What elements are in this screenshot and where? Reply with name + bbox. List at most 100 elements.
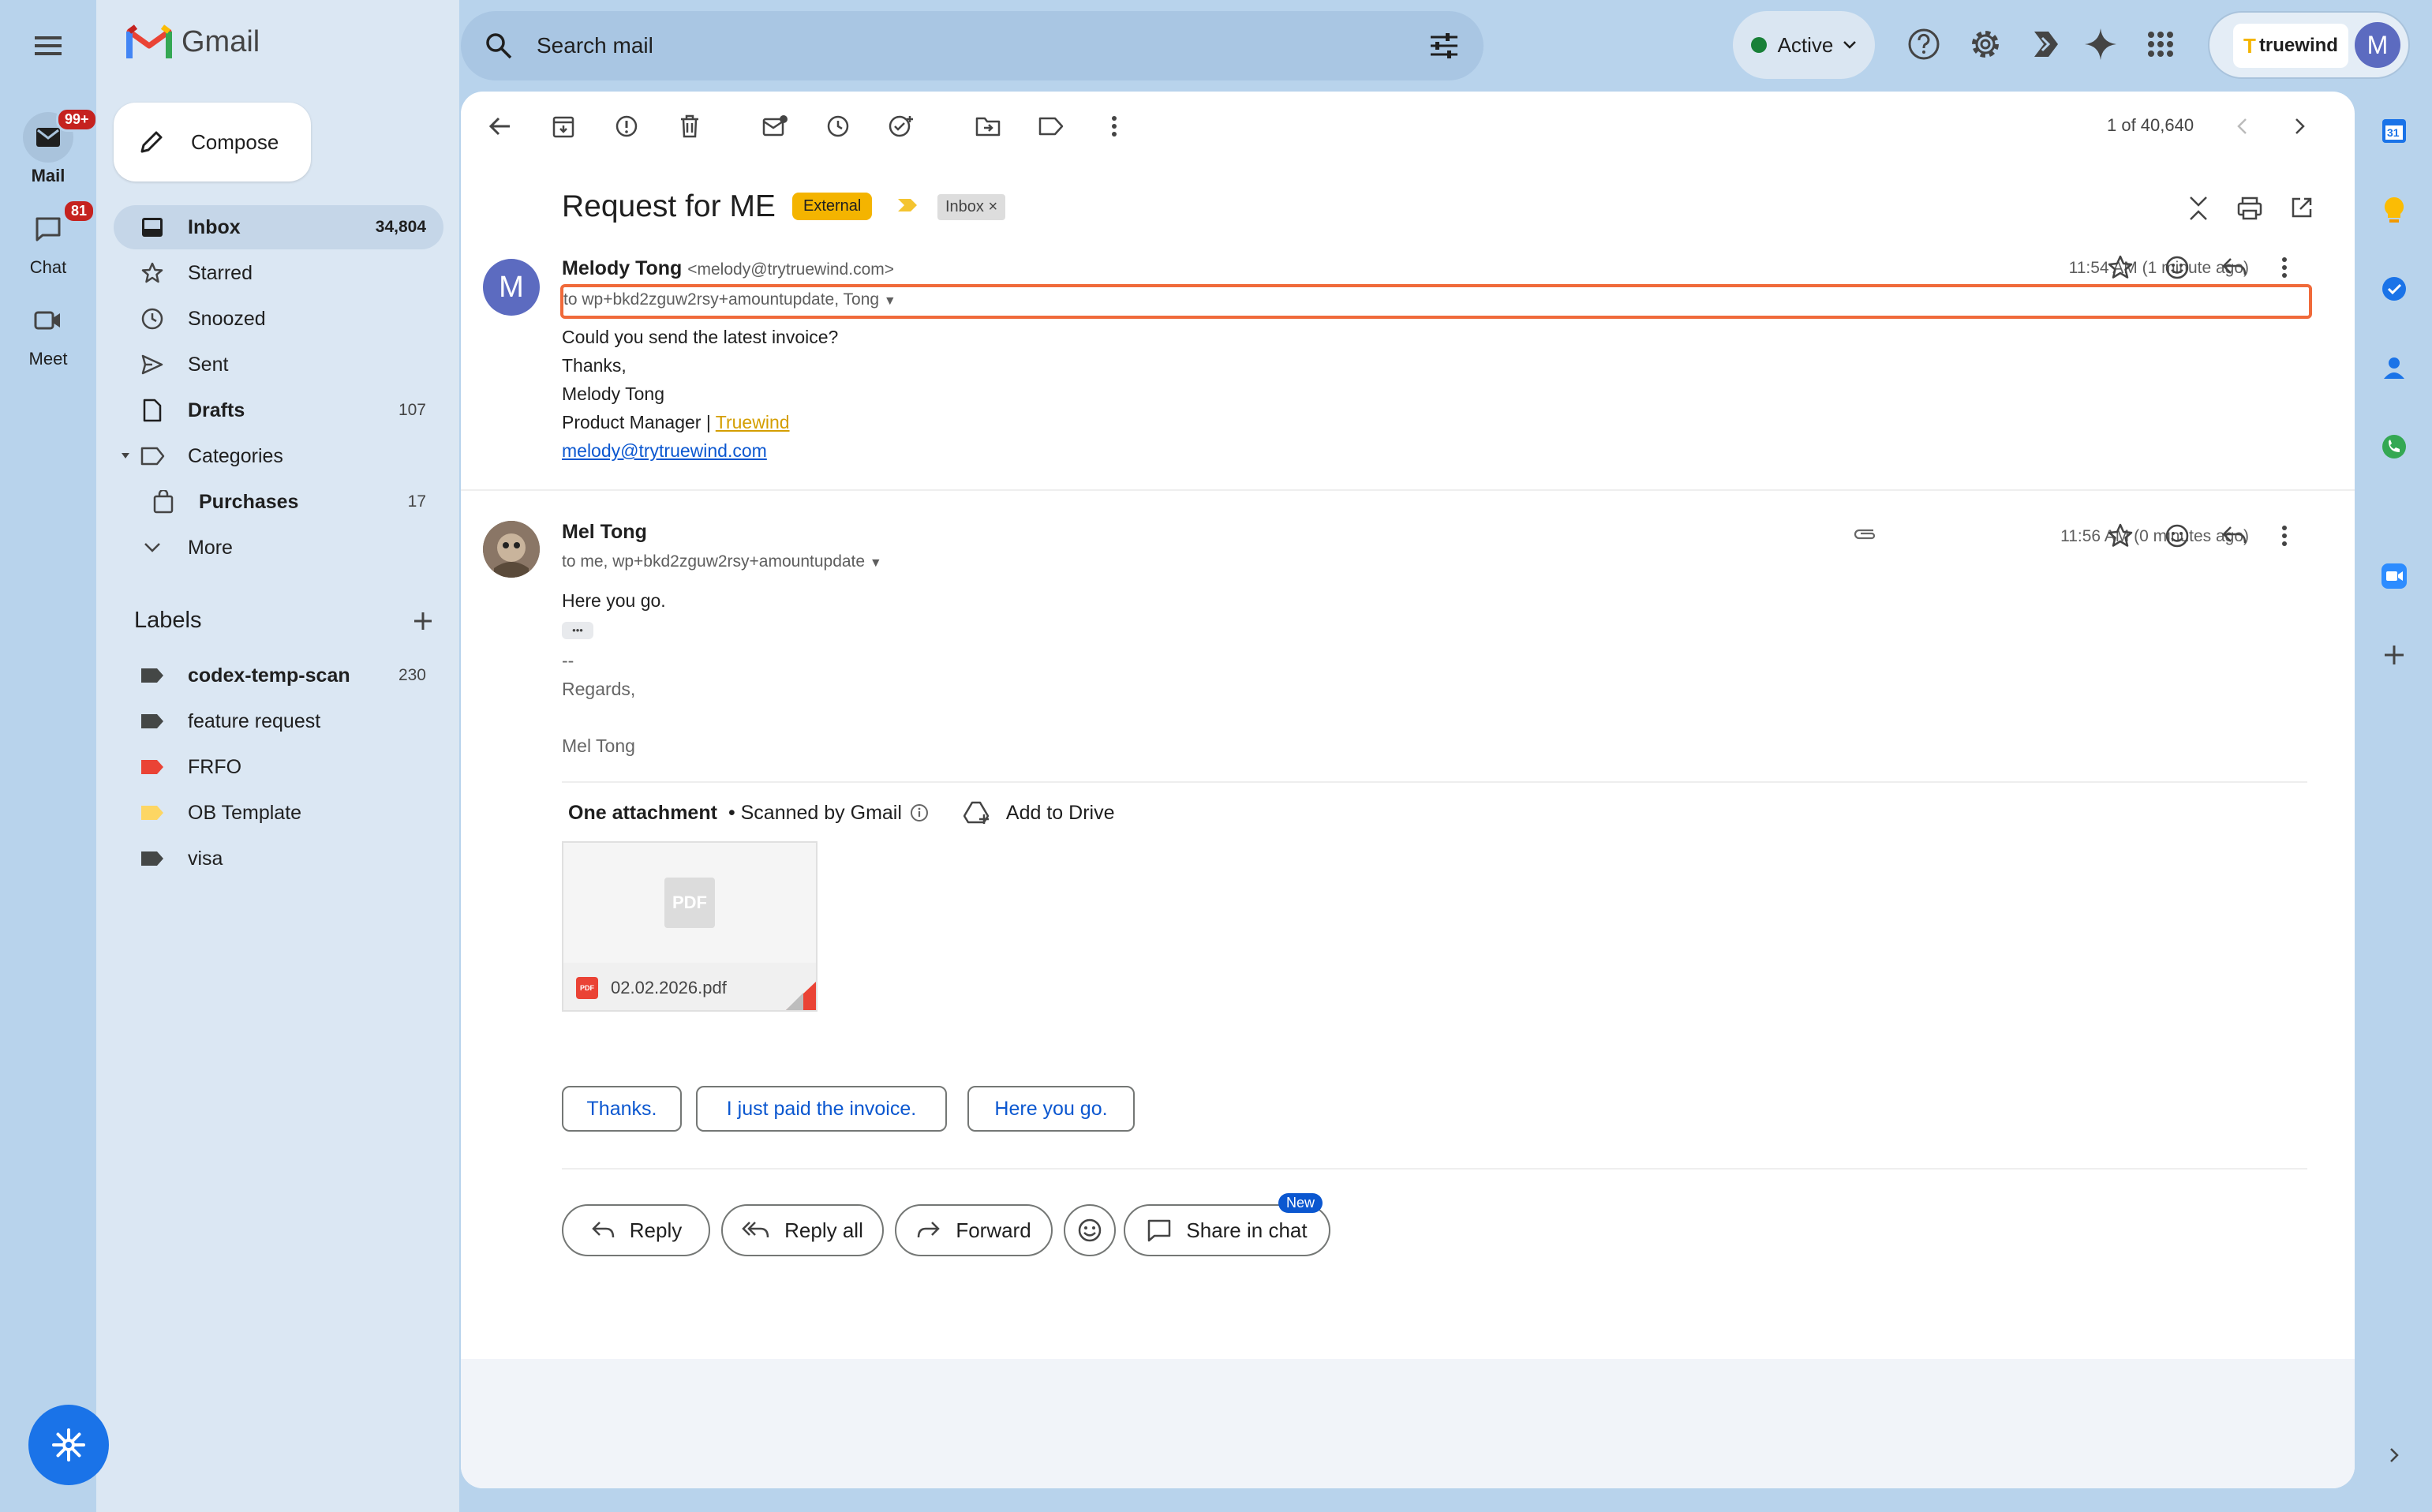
extension-icon[interactable]: [2023, 22, 2067, 66]
star-icon[interactable]: [2107, 522, 2134, 549]
remove-label-icon[interactable]: ×: [989, 198, 998, 215]
label-item[interactable]: visa: [114, 836, 443, 881]
contacts-icon[interactable]: [2374, 347, 2415, 388]
chevron-down-icon: [1843, 40, 1857, 50]
add-task-icon[interactable]: [882, 107, 920, 145]
emoji-react-icon[interactable]: [2164, 254, 2191, 281]
message1-sender[interactable]: Melody Tong <melody@trytruewind.com>: [562, 257, 894, 280]
message2-sender[interactable]: Mel Tong: [562, 521, 647, 544]
email-link[interactable]: melody@trytruewind.com: [562, 440, 767, 461]
nav-drafts[interactable]: Drafts 107: [114, 388, 443, 432]
help-icon[interactable]: [1902, 22, 1946, 66]
nav-inbox[interactable]: Inbox 34,804: [114, 205, 443, 249]
reply-icon[interactable]: [2221, 256, 2247, 279]
report-spam-icon[interactable]: [608, 107, 645, 145]
nav-categories[interactable]: Categories: [114, 434, 443, 478]
chat-icon: [36, 217, 61, 241]
print-icon[interactable]: [2236, 196, 2263, 221]
snooze-icon[interactable]: [819, 107, 857, 145]
label-item[interactable]: codex-temp-scan 230: [114, 653, 443, 698]
nav-snoozed[interactable]: Snoozed: [114, 297, 443, 341]
drive-add-icon: [963, 801, 990, 824]
info-icon[interactable]: [910, 803, 929, 822]
reply-button[interactable]: Reply: [562, 1204, 710, 1256]
reply-all-icon: [742, 1222, 769, 1238]
newer-icon[interactable]: [2224, 107, 2262, 145]
delete-icon[interactable]: [671, 107, 709, 145]
nav-drafts-count: 107: [398, 401, 426, 419]
nav-purchases[interactable]: Purchases 17: [114, 480, 443, 524]
smart-reply-button[interactable]: I just paid the invoice.: [696, 1086, 947, 1132]
smart-reply-button[interactable]: Here you go.: [967, 1086, 1135, 1132]
account-avatar[interactable]: M: [2355, 22, 2400, 68]
forward-button[interactable]: Forward: [895, 1204, 1053, 1256]
back-icon[interactable]: [481, 107, 519, 145]
label-item[interactable]: FRFO: [114, 745, 443, 789]
chevron-right-icon[interactable]: [2374, 1435, 2415, 1476]
calendar-icon[interactable]: 31: [2374, 110, 2415, 152]
gmail-logo[interactable]: Gmail: [126, 24, 260, 60]
smart-reply-button[interactable]: Thanks.: [562, 1086, 682, 1132]
org-logo: Ttruewind: [2233, 24, 2348, 68]
dialpad-icon[interactable]: [2374, 426, 2415, 467]
add-label-icon[interactable]: [412, 610, 434, 632]
emoji-react-button[interactable]: [1064, 1204, 1116, 1256]
more-vert-icon[interactable]: [2280, 524, 2288, 548]
apps-grid-icon[interactable]: [2138, 22, 2183, 66]
sender-avatar[interactable]: M: [483, 259, 540, 316]
search-input[interactable]: Search mail: [537, 33, 1428, 58]
assistant-fab[interactable]: [28, 1405, 109, 1485]
nav-more[interactable]: More: [114, 526, 443, 570]
search-bar[interactable]: Search mail: [461, 11, 1484, 80]
mark-unread-icon[interactable]: [756, 107, 794, 145]
move-to-icon[interactable]: [969, 107, 1007, 145]
collapse-all-icon[interactable]: [2187, 196, 2209, 221]
star-icon[interactable]: [2107, 254, 2134, 281]
settings-icon[interactable]: [1963, 22, 2007, 66]
expand-arrow-icon[interactable]: [120, 450, 131, 461]
rail-meet[interactable]: Meet: [0, 295, 96, 369]
show-trimmed-content-button[interactable]: •••: [562, 622, 593, 639]
attachment-card[interactable]: PDF PDF 02.02.2026.pdf: [562, 841, 818, 1012]
rail-mail[interactable]: 99+ Mail: [0, 107, 98, 186]
message2-recipients[interactable]: to me, wp+bkd2zguw2rsy+amountupdate ▼: [562, 552, 882, 571]
label-item[interactable]: OB Template: [114, 791, 443, 835]
search-icon[interactable]: [485, 32, 513, 60]
rail-chat[interactable]: 81 Chat: [0, 199, 96, 278]
add-addon-icon[interactable]: [2374, 634, 2415, 676]
nav-starred[interactable]: Starred: [114, 251, 443, 295]
search-options-icon[interactable]: [1428, 32, 1460, 60]
emoji-react-icon[interactable]: [2164, 522, 2191, 549]
label-icon: [137, 446, 167, 466]
inbox-tag: Inbox ×: [937, 194, 1006, 220]
older-icon[interactable]: [2280, 107, 2318, 145]
shopping-bag-icon: [148, 490, 178, 514]
main-menu-icon[interactable]: [28, 28, 69, 63]
reply-all-button[interactable]: Reply all: [721, 1204, 884, 1256]
tasks-icon[interactable]: [2374, 268, 2415, 309]
label-item[interactable]: feature request: [114, 699, 443, 743]
message1-body-line: Melody Tong: [562, 384, 664, 404]
keep-icon[interactable]: [2374, 189, 2415, 230]
add-to-drive-button[interactable]: Add to Drive: [963, 800, 1114, 825]
sender-avatar-photo[interactable]: [483, 521, 540, 578]
nav-sent[interactable]: Sent: [114, 342, 443, 387]
gemini-icon[interactable]: [2078, 22, 2123, 66]
more-vert-icon[interactable]: [1095, 107, 1133, 145]
account-switcher[interactable]: Ttruewind M: [2208, 11, 2410, 79]
company-link[interactable]: Truewind: [716, 412, 790, 432]
video-icon: [34, 311, 60, 330]
open-new-window-icon[interactable]: [2290, 196, 2314, 219]
star-icon: [137, 261, 167, 285]
show-details-icon[interactable]: ▼: [870, 556, 882, 570]
inbox-icon: [137, 216, 167, 238]
reply-icon[interactable]: [2221, 524, 2247, 548]
zoom-icon[interactable]: [2374, 556, 2415, 597]
label-as-icon[interactable]: [1032, 107, 1070, 145]
archive-icon[interactable]: [544, 107, 582, 145]
compose-button[interactable]: Compose: [114, 103, 311, 182]
more-vert-icon[interactable]: [2280, 256, 2288, 279]
importance-marker-icon[interactable]: [896, 197, 919, 213]
status-selector[interactable]: Active: [1733, 11, 1875, 79]
side-panel: 31: [2355, 92, 2432, 1488]
